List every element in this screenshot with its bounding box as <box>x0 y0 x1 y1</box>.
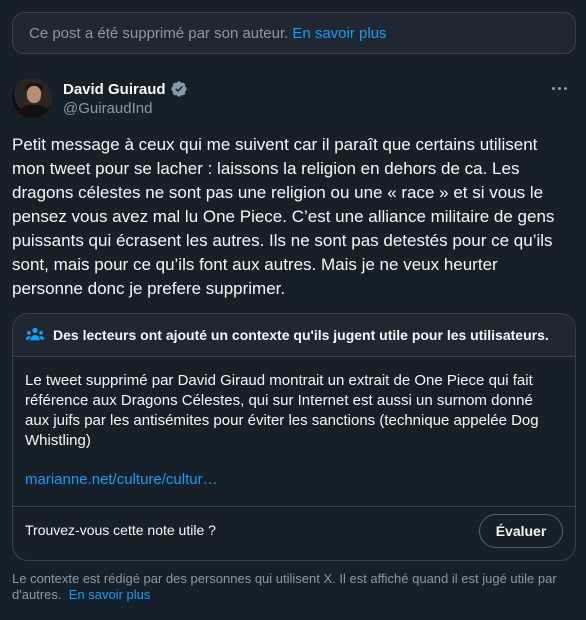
footer-learn-more-link[interactable]: En savoir plus <box>69 587 151 602</box>
author-name-row: David Guiraud <box>63 80 188 98</box>
author-handle[interactable]: @GuiraudInd <box>63 100 152 117</box>
community-note: Des lecteurs ont ajouté un contexte qu'i… <box>12 313 576 561</box>
people-icon <box>25 327 45 341</box>
divider <box>13 506 575 507</box>
community-note-source-link[interactable]: marianne.net/culture/cultur… <box>25 471 218 488</box>
avatar[interactable] <box>12 78 52 118</box>
note-helpful-question: Trouvez-vous cette note utile ? <box>25 522 216 538</box>
community-note-body: Le tweet supprimé par David Giraud montr… <box>25 372 539 449</box>
deleted-notice-text: Ce post a été supprimé par son auteur. <box>29 24 289 42</box>
verified-badge-icon <box>170 81 187 97</box>
deleted-post-notice: Ce post a été supprimé par son auteur. E… <box>12 12 576 54</box>
post-header: David Guiraud @GuiraudInd <box>12 76 576 120</box>
learn-more-link[interactable]: En savoir plus <box>292 25 386 42</box>
context-footer: Le contexte est rédigé par des personnes… <box>12 571 578 603</box>
community-note-title: Des lecteurs ont ajouté un contexte qu'i… <box>53 327 549 343</box>
more-icon[interactable] <box>546 78 572 98</box>
tweet-text: Petit message à ceux qui me suivent car … <box>12 135 555 298</box>
community-note-header: Des lecteurs ont ajouté un contexte qu'i… <box>13 314 575 357</box>
rate-note-button[interactable]: Évaluer <box>479 514 563 548</box>
author-name[interactable]: David Guiraud <box>63 81 166 98</box>
